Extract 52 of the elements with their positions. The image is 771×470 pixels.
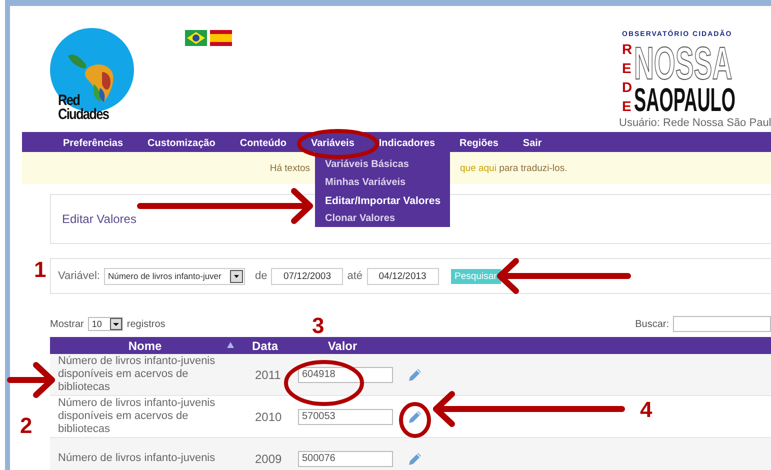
table-cell-text: Número de livros infanto-juvenis disponíveis em acervos de bibliotecas [57,397,216,436]
value-field[interactable]: 500076 [298,450,393,466]
pencil-icon[interactable] [407,366,423,382]
variable-label: Variável: [58,270,100,282]
dropdown-item[interactable]: Clonar Valores [315,210,450,228]
table-cell-text: Número de livros infanto-juvenis disponíveis em acervos de bibliotecas [57,355,216,394]
dropdown-item[interactable]: Variáveis Básicas [315,156,450,174]
page-title: Editar Valores [62,212,136,226]
nav-item[interactable]: Variáveis [311,138,354,149]
step-number: 2 [20,413,32,439]
search-label: Buscar: [635,318,669,330]
page-size-select[interactable]: 10 [88,317,123,331]
dropdown-item[interactable]: Minhas Variáveis [315,174,450,192]
pencil-icon[interactable] [407,408,423,424]
end-date-field[interactable]: 04/12/2013 [366,268,439,284]
table-cell-text: Número de livros infanto-juvenis [57,452,216,465]
table-cell-text: 2009 [254,452,283,466]
show-label: Mostrar [50,318,84,330]
to-label: até [347,270,363,282]
column-header[interactable]: Data [240,338,290,352]
value-field[interactable]: 604918 [298,366,393,382]
step-number: 1 [34,257,46,283]
step-number: 3 [312,313,324,339]
partner-logo-title: NOSSA [634,40,732,86]
start-date-field[interactable]: 07/12/2003 [271,268,344,284]
nav-item[interactable]: Regiões [460,138,498,149]
nav-item[interactable]: Indicadores [378,138,436,149]
column-header[interactable]: Nome [128,338,162,352]
dropdown-item[interactable]: Editar/Importar Valores [315,192,450,210]
nav-item[interactable]: Sair [522,138,542,149]
table-cell-text: 2011 [254,368,282,382]
nav-item[interactable]: Customização [148,138,216,149]
highlight-circle [399,402,431,438]
sort-ascending-icon[interactable] [227,342,234,348]
variable-select[interactable]: Número de livros infanto-juver [104,268,245,284]
column-header[interactable]: Valor [290,338,395,352]
brazil-flag-icon[interactable] [185,30,207,46]
from-label: de [254,270,268,282]
pencil-icon[interactable] [407,450,423,466]
search-field[interactable] [673,316,771,332]
notice-text: Há textos [268,162,310,174]
table-cell-text: 2010 [254,410,283,424]
spain-flag-icon[interactable] [210,30,232,46]
step-number: 4 [640,397,652,423]
records-label: registros [126,318,166,330]
partner-logo-subtitle: SAOPAULO [634,83,736,116]
nav-item[interactable]: Conteúdo [240,138,286,149]
nav-item[interactable]: Preferências [63,138,124,149]
partner-logo-vertical-text: REDE [622,40,632,116]
notice-text: para traduzi-los. [499,162,568,174]
user-label: Usuário: Rede Nossa São Paul [619,117,771,129]
value-field[interactable]: 570053 [298,408,393,424]
